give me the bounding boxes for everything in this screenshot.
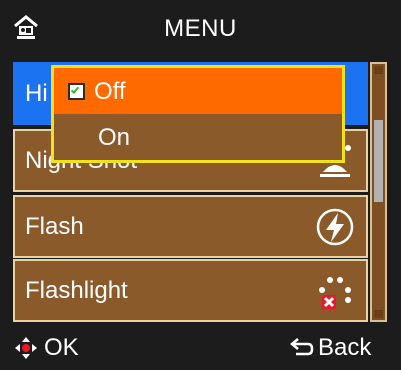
option-dropdown: Off On <box>51 65 345 163</box>
menu-item-label: Hi <box>25 80 48 107</box>
scrollbar-cap <box>374 66 383 74</box>
title-bar: MENU <box>0 0 401 60</box>
dropdown-option-on[interactable]: On <box>54 114 342 160</box>
scrollbar-cap <box>374 310 383 318</box>
page-title: MENU <box>164 15 237 42</box>
dropdown-option-label: On <box>98 124 131 151</box>
back-arrow-icon <box>290 338 314 356</box>
scrollbar[interactable] <box>370 62 387 322</box>
checkbox-checked-icon <box>68 83 85 100</box>
back-label[interactable]: Back <box>318 334 371 362</box>
menu-item-label: Flash <box>25 213 84 240</box>
dpad-icon <box>15 337 37 359</box>
menu-item-flashlight[interactable]: Flashlight <box>13 259 368 322</box>
dropdown-option-off[interactable]: Off <box>54 68 342 114</box>
menu-item-flash[interactable]: Flash <box>13 195 368 258</box>
flash-auto-icon <box>316 208 354 246</box>
camera-menu-screen: MENU Hi Night Shot Flash Flashlight <box>0 0 401 370</box>
bottom-bar: OK Back <box>0 326 401 370</box>
menu-item-label: Flashlight <box>25 277 128 304</box>
dropdown-option-label: Off <box>94 78 126 105</box>
flashlight-off-icon <box>319 277 351 309</box>
ok-label[interactable]: OK <box>44 334 79 362</box>
scrollbar-thumb[interactable] <box>374 120 383 202</box>
